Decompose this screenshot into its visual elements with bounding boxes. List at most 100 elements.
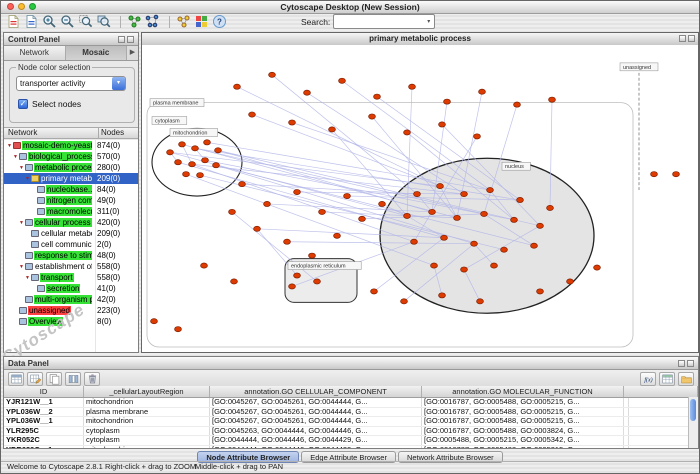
list-attributes-icon[interactable] (65, 372, 81, 386)
tree-row[interactable]: cellular process420(0) (4, 217, 138, 228)
float-icon[interactable] (118, 36, 125, 43)
network-node[interactable] (284, 239, 291, 244)
table-row[interactable]: YKR052Ccytoplasm[GO:0044444, GO:0044446,… (4, 436, 698, 446)
minimize-window-button[interactable] (18, 3, 25, 10)
tree-row[interactable]: transport558(0) (4, 272, 138, 283)
tree-row[interactable]: nitrogen compo...49(0) (4, 195, 138, 206)
table-column-header[interactable]: annotation.GO MOLECULAR_FUNCTION (422, 386, 624, 397)
network-node[interactable] (204, 140, 211, 145)
network-node[interactable] (151, 319, 158, 324)
network-node[interactable] (329, 127, 336, 132)
tab-network[interactable]: Network (4, 46, 66, 60)
tree-col-nodes[interactable]: Nodes (98, 128, 124, 138)
table-column-header[interactable]: ID (4, 386, 84, 397)
close-window-button[interactable] (7, 3, 14, 10)
network-node[interactable] (474, 134, 481, 139)
network-node[interactable] (239, 182, 246, 187)
import-attributes-icon[interactable] (678, 372, 694, 386)
network-node[interactable] (501, 247, 508, 252)
network-node[interactable] (567, 279, 574, 284)
network-node[interactable] (431, 263, 438, 268)
network-node[interactable] (231, 279, 238, 284)
search-dropdown-icon[interactable] (423, 18, 434, 25)
network-node[interactable] (314, 279, 321, 284)
table-row[interactable]: YDR039C__1mitochondrion[GO:0044444, GO:0… (4, 446, 698, 449)
network-node[interactable] (234, 84, 241, 89)
network-node[interactable] (183, 172, 190, 177)
network-node[interactable] (537, 289, 544, 294)
network-node[interactable] (179, 142, 186, 147)
network-node[interactable] (339, 78, 346, 83)
network-node[interactable] (479, 89, 486, 94)
tab-overflow-icon[interactable]: ▶ (127, 46, 138, 60)
network-node[interactable] (461, 267, 468, 272)
network-node[interactable] (673, 172, 680, 177)
network-node[interactable] (404, 130, 411, 135)
tree-row[interactable]: nucleobase...84(0) (4, 184, 138, 195)
import-network-icon[interactable] (6, 14, 21, 29)
frame-float-icon[interactable] (679, 35, 686, 42)
network-node[interactable] (437, 183, 444, 188)
expander-icon[interactable] (18, 165, 25, 171)
network-node[interactable] (454, 215, 461, 220)
network-node[interactable] (439, 293, 446, 298)
vizmapper-icon[interactable] (194, 14, 209, 29)
expander-icon[interactable] (18, 220, 25, 226)
network-node[interactable] (167, 150, 174, 155)
network-node[interactable] (189, 162, 196, 167)
copy-attribute-icon[interactable] (46, 372, 62, 386)
tree-row[interactable]: macromolecule...311(0) (4, 206, 138, 217)
network-node[interactable] (213, 163, 220, 168)
table-column-header[interactable]: annotation.GO CELLULAR_COMPONENT (210, 386, 422, 397)
network-node[interactable] (531, 243, 538, 248)
network-node[interactable] (471, 241, 478, 246)
network-node[interactable] (594, 265, 601, 270)
network-node[interactable] (309, 253, 316, 258)
table-scrollbar[interactable] (688, 397, 698, 448)
delete-attribute-icon[interactable] (84, 372, 100, 386)
network-node[interactable] (254, 226, 261, 231)
network-node[interactable] (197, 173, 204, 178)
tab-mosaic[interactable]: Mosaic (66, 46, 128, 60)
tree-row[interactable]: cellular metabo...209(0) (4, 228, 138, 239)
zoom-fit-icon[interactable] (96, 14, 111, 29)
tree-row[interactable]: Overview8(0) (4, 316, 138, 327)
select-nodes-checkbox[interactable] (18, 99, 28, 109)
network-node[interactable] (651, 172, 658, 177)
attribute-matrix-icon[interactable] (659, 372, 675, 386)
layout-icon[interactable] (176, 14, 191, 29)
zoom-window-button[interactable] (29, 3, 36, 10)
network-overview-icon[interactable] (127, 14, 142, 29)
network-node[interactable] (379, 201, 386, 206)
network-node[interactable] (192, 146, 199, 151)
network-node[interactable] (359, 216, 366, 221)
network-node[interactable] (409, 84, 416, 89)
tree-row[interactable]: secretion41(0) (4, 283, 138, 294)
network-node[interactable] (374, 94, 381, 99)
graphics-details-icon[interactable] (145, 14, 160, 29)
table-row[interactable]: YJR121W__1mitochondrion[GO:0045267, GO:0… (4, 398, 698, 408)
network-node[interactable] (441, 235, 448, 240)
network-node[interactable] (229, 209, 236, 214)
tree-col-network[interactable]: Network (8, 128, 37, 138)
expander-icon[interactable] (12, 154, 19, 160)
data-panel-float-icon[interactable] (678, 360, 685, 367)
zoom-in-icon[interactable] (42, 14, 57, 29)
network-node[interactable] (369, 114, 376, 119)
network-node[interactable] (439, 122, 446, 127)
tree-row[interactable]: establishment of lo...558(0) (4, 261, 138, 272)
network-node[interactable] (404, 213, 411, 218)
network-node[interactable] (289, 120, 296, 125)
network-node[interactable] (444, 99, 451, 104)
select-attributes-icon[interactable] (8, 372, 24, 386)
create-attribute-icon[interactable] (27, 372, 43, 386)
network-node[interactable] (414, 191, 421, 196)
table-row[interactable]: YLR295Ccytoplasm[GO:0045263, GO:0044444,… (4, 427, 698, 437)
network-node[interactable] (249, 112, 256, 117)
tree-row[interactable]: biological_process570(0) (4, 151, 138, 162)
network-node[interactable] (264, 201, 271, 206)
network-node[interactable] (175, 160, 182, 165)
network-node[interactable] (371, 289, 378, 294)
frame-close-icon[interactable] (688, 35, 695, 42)
tree-row[interactable]: response to stimul...48(0) (4, 250, 138, 261)
